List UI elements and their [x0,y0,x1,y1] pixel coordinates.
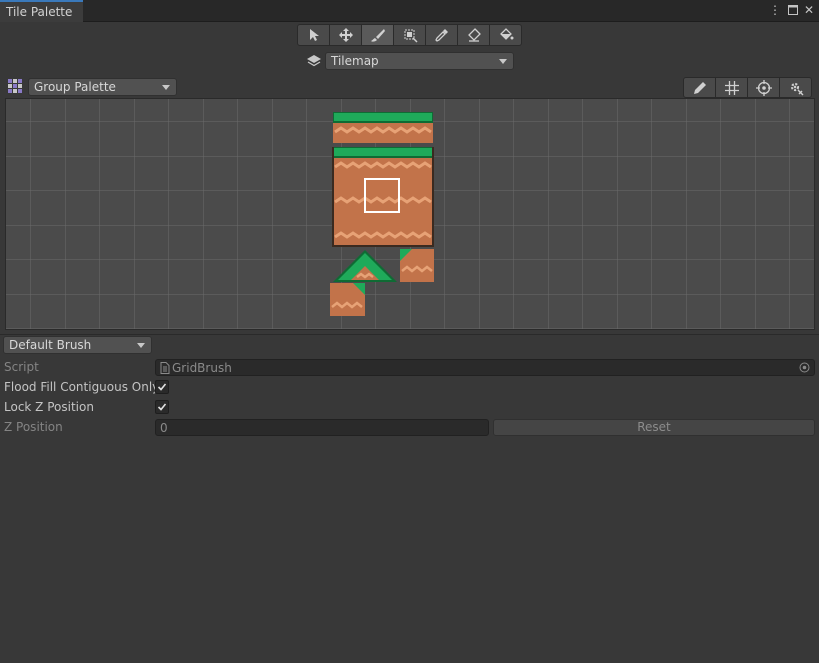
palette-dropdown[interactable]: Group Palette [28,78,177,96]
active-tilemap-label: Tilemap [331,54,379,68]
tile-grass-top-strip[interactable] [333,112,433,143]
paint-bucket-icon [499,28,513,40]
paint-brush-icon [370,29,385,42]
checkmark-icon [157,383,167,391]
lock-z-checkbox[interactable] [155,400,169,414]
more-options-icon[interactable]: ⋮ [768,2,782,18]
box-fill-icon [404,29,418,43]
flood-fill-checkbox[interactable] [155,380,169,394]
brush-label: Default Brush [9,338,92,352]
object-picker-icon[interactable] [799,362,810,373]
close-icon[interactable]: ✕ [802,2,816,18]
tile-tools-toolbar [297,24,522,46]
picker-tool-button[interactable] [425,24,458,46]
move-arrows-icon [338,28,353,42]
chevron-down-icon [162,85,170,90]
eraser-tool-button[interactable] [457,24,490,46]
script-file-icon [160,362,170,374]
box-fill-tool-button[interactable] [393,24,426,46]
lock-z-label: Lock Z Position [4,400,94,414]
z-position-field[interactable]: 0 [155,419,489,436]
checkmark-icon [157,403,167,411]
tile-grass-block[interactable] [332,147,434,247]
palette-grid-canvas[interactable] [6,99,815,330]
panel-divider [0,334,819,335]
maximize-icon[interactable] [786,2,800,18]
tab-tile-palette[interactable]: Tile Palette [0,0,83,22]
palette-label: Group Palette [34,80,116,94]
window-titlebar: Tile Palette ⋮ ✕ [0,0,819,22]
tile-palette-icon [8,79,22,93]
grid-toggle-button[interactable] [715,77,748,98]
tile-slope-corner-right[interactable] [400,249,434,282]
flood-fill-label: Flood Fill Contiguous Only [4,380,160,394]
layers-icon [306,53,322,69]
select-arrow-icon [309,29,319,41]
edit-pencil-icon [693,81,706,94]
grid-icon [724,80,739,95]
flood-fill-tool-button[interactable] [489,24,522,46]
settings-icon [790,82,803,95]
palette-settings-button[interactable] [779,77,812,98]
z-position-label: Z Position [4,420,63,434]
active-tilemap-dropdown[interactable]: Tilemap [325,52,514,70]
eyedropper-icon [434,29,448,42]
tab-title: Tile Palette [6,5,73,19]
gizmo-toggle-button[interactable] [747,77,780,98]
gizmo-icon [755,79,772,96]
chevron-down-icon [499,59,507,64]
chevron-down-icon [137,343,145,348]
edit-palette-button[interactable] [683,77,716,98]
script-value: GridBrush [172,361,232,375]
paint-brush-tool-button[interactable] [361,24,394,46]
eraser-icon [467,28,481,42]
script-label: Script [4,360,39,374]
palette-tools [683,77,812,98]
select-tool-button[interactable] [297,24,330,46]
reset-button[interactable]: Reset [493,419,815,436]
tile-slope-corner-left[interactable] [330,283,365,316]
brush-dropdown[interactable]: Default Brush [3,336,152,354]
z-position-value: 0 [160,421,168,435]
tile-palette-grid[interactable] [5,98,815,330]
script-field[interactable]: GridBrush [155,359,815,376]
move-tool-button[interactable] [329,24,362,46]
